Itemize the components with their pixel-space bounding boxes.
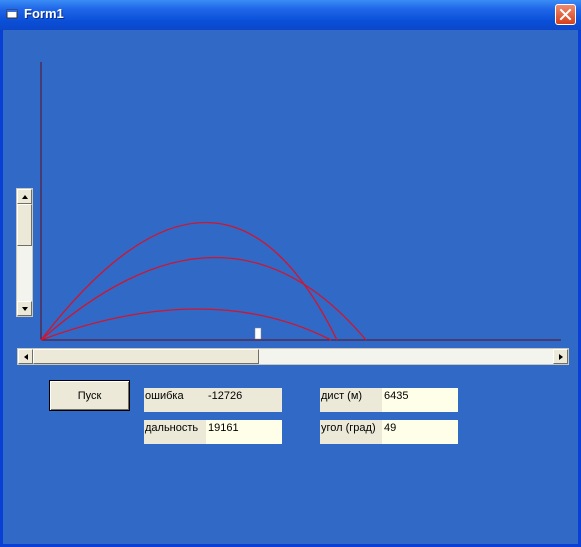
target-marker [254,327,262,340]
arrow-left-icon [23,353,28,360]
close-button[interactable] [555,4,576,25]
distance-label: дист (м) [320,388,382,412]
title-bar[interactable]: Form1 [0,0,581,30]
trajectory-low [40,308,332,341]
scroll-down-button[interactable] [17,301,32,316]
arrow-down-icon [21,306,28,311]
error-value[interactable]: -12726 [206,388,282,412]
distance-input[interactable]: 6435 [382,388,458,412]
error-label: ошибка [144,388,206,412]
vertical-scrollbar[interactable] [16,188,33,317]
form-client-area: Пуск ошибка -12726 дальность 19161 дист … [3,30,578,544]
window-title: Form1 [24,6,64,21]
distance-field: дист (м) 6435 [320,388,458,412]
arrow-right-icon [558,353,563,360]
horizontal-scroll-thumb[interactable] [33,349,259,364]
angle-field: угол (град) 49 [320,420,458,444]
angle-label: угол (град) [320,420,382,444]
scroll-left-button[interactable] [18,349,33,364]
vertical-scroll-thumb[interactable] [17,204,32,246]
horizontal-scrollbar[interactable] [17,348,569,365]
application-window: Form1 Пуск ошибка -12726 дальность 19161… [0,0,581,547]
range-field: дальность 19161 [144,420,282,444]
trajectory-mid [40,257,367,341]
range-value[interactable]: 19161 [206,420,282,444]
close-icon [559,8,572,21]
start-button[interactable]: Пуск [49,380,130,411]
range-label: дальность [144,420,206,444]
scroll-right-button[interactable] [553,349,568,364]
scroll-up-button[interactable] [17,189,32,204]
form-icon [6,9,18,19]
trajectory-plot [40,62,561,341]
trajectory-high [40,221,338,341]
error-field: ошибка -12726 [144,388,282,412]
arrow-up-icon [21,194,28,199]
angle-value[interactable]: 49 [382,420,458,444]
